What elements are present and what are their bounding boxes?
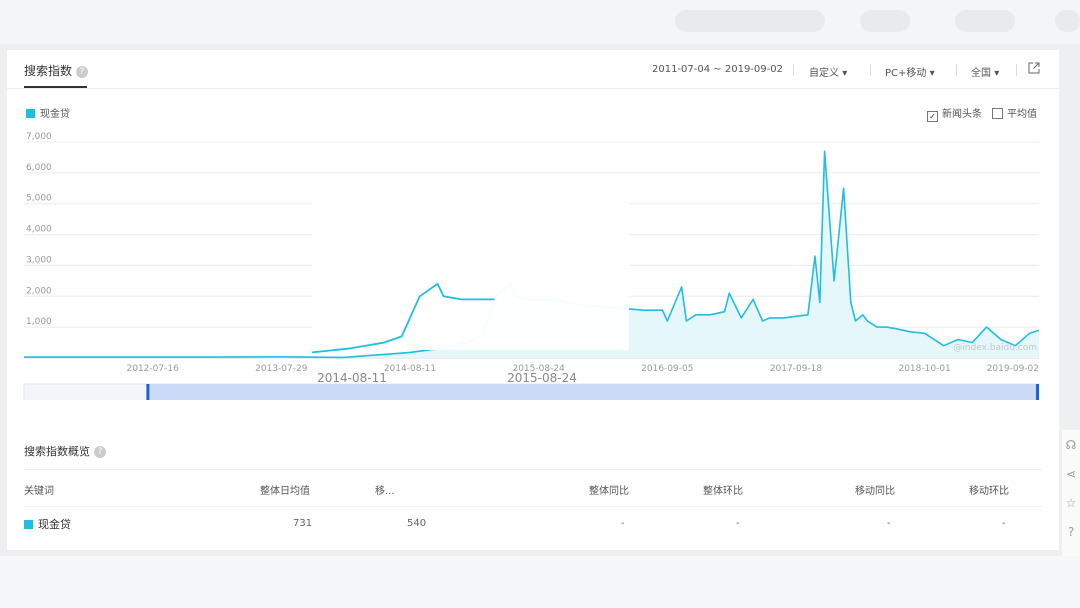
header-mobile-avg: 移... (375, 486, 395, 497)
x-tick-label: 2013-07-29 (255, 364, 308, 374)
line-chart: 7,000 6,000 5,000 4,000 3,000 2,000 1,000 2012-… (23, 132, 1040, 400)
nav-item-blurred[interactable] (955, 10, 1015, 32)
help-icon[interactable]: ? (94, 446, 106, 458)
y-tick-label: 5,000 (26, 194, 52, 204)
mobile-yoy-cell: - (887, 518, 891, 529)
header-mobile-yoy: 移动同比 (855, 486, 895, 497)
footer (0, 556, 1080, 608)
x-tick-label: 2016-09-05 (641, 364, 693, 374)
headset-icon[interactable]: ☊ (1064, 438, 1078, 452)
overall-yoy-cell: - (621, 518, 625, 529)
y-tick-label: 7,000 (26, 132, 52, 142)
header-keyword: 关键词 (24, 486, 54, 497)
x-tick-label: 2012-07-16 (127, 364, 180, 374)
zoom-overlay-panel (312, 195, 629, 350)
navigator-right-handle (1036, 384, 1039, 400)
search-index-panel: 搜索指数? 2011-07-04 ~ 2019-09-02 自定义 ▾ PC+移… (7, 50, 1059, 550)
zoom-range-start-label: 2014-08-11 (317, 371, 387, 385)
overall-mom-cell: - (736, 518, 740, 529)
header-overall-yoy: 整体同比 (589, 486, 629, 497)
x-tick-label: 2019-09-02 (987, 364, 1039, 374)
keyword-cell[interactable]: 现金贷 (24, 516, 71, 532)
avatar[interactable] (1055, 10, 1080, 32)
overall-avg-cell: 731 (293, 518, 313, 529)
star-icon[interactable]: ☆ (1064, 496, 1078, 510)
mobile-avg-cell: 540 (407, 518, 427, 529)
divider (24, 506, 1042, 507)
nav-item-blurred[interactable] (860, 10, 910, 32)
y-tick-label: 2,000 (26, 286, 52, 296)
navigator-left-handle (146, 384, 150, 400)
divider (24, 469, 1042, 470)
side-toolbar: ☊ ⋖ ☆ ? (1062, 430, 1080, 558)
question-icon[interactable]: ? (1064, 525, 1078, 539)
y-tick-label: 4,000 (26, 225, 52, 235)
share-icon[interactable]: ⋖ (1064, 467, 1078, 481)
summary-title: 搜索指数概览? (24, 443, 106, 459)
watermark: @index.baidu.com (953, 343, 1037, 353)
header-mobile-mom: 移动环比 (969, 486, 1009, 497)
navigator-selected-range (147, 384, 1039, 400)
x-tick-label: 2014-08-11 (384, 364, 436, 374)
header-overall-avg: 整体日均值 (260, 486, 310, 497)
header-overall-mom: 整体环比 (703, 486, 743, 497)
x-tick-label: 2018-10-01 (898, 364, 950, 374)
y-tick-label: 1,000 (26, 317, 52, 327)
zoom-range-end-label: 2015-08-24 (507, 371, 577, 385)
x-tick-label: 2017-09-18 (770, 364, 823, 374)
series-swatch (24, 520, 33, 529)
top-header (0, 0, 1080, 44)
y-tick-label: 3,000 (26, 255, 52, 265)
search-box-blurred[interactable] (675, 10, 825, 32)
mobile-mom-cell: - (1002, 518, 1006, 529)
y-tick-label: 6,000 (26, 163, 52, 173)
